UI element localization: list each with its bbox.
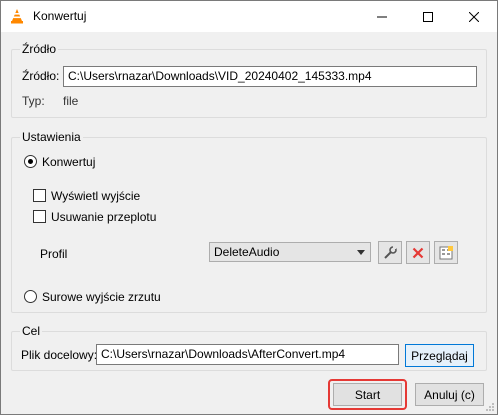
- deinterlace-label: Usuwanie przeplotu: [51, 210, 157, 224]
- minimize-button[interactable]: [359, 1, 405, 32]
- delete-icon: [412, 247, 424, 258]
- source-group: Źródło Źródło: C:\Users\rnazar\Downloads…: [11, 42, 487, 118]
- start-button[interactable]: Start: [333, 383, 402, 406]
- minimize-icon: [377, 16, 387, 17]
- profile-label: Profil: [40, 247, 68, 261]
- new-profile-icon: [439, 245, 453, 259]
- show-output-checkbox[interactable]: [33, 189, 46, 202]
- new-profile-button[interactable]: [434, 241, 458, 264]
- vlc-cone-icon: [11, 9, 23, 24]
- destination-file-label: Plik docelowy:: [21, 348, 98, 362]
- resize-grip-icon[interactable]: [485, 402, 495, 412]
- close-icon: [469, 11, 479, 22]
- profile-select-value: DeleteAudio: [214, 245, 280, 259]
- wrench-icon: [384, 245, 397, 259]
- convert-dialog: Konwertuj Źródło Źródło: C:\Users\rnazar…: [0, 0, 498, 415]
- close-button[interactable]: [451, 1, 497, 32]
- convert-radio-label: Konwertuj: [42, 155, 96, 169]
- destination-file-input[interactable]: C:\Users\rnazar\Downloads\AfterConvert.m…: [96, 344, 399, 365]
- browse-button[interactable]: Przeglądaj: [405, 344, 474, 367]
- maximize-button[interactable]: [405, 1, 451, 32]
- chevron-down-icon: [357, 250, 365, 255]
- delete-profile-button[interactable]: [406, 241, 430, 264]
- title-bar: Konwertuj: [1, 1, 497, 32]
- raw-dump-label: Surowe wyjście zrzutu: [42, 290, 161, 304]
- edit-profile-button[interactable]: [378, 241, 402, 264]
- maximize-icon: [423, 11, 433, 22]
- settings-group: Ustawienia Konwertuj Wyświetl wyjście Us…: [11, 130, 487, 313]
- source-path-input[interactable]: C:\Users\rnazar\Downloads\VID_20240402_1…: [63, 66, 477, 87]
- source-label: Źródło:: [22, 69, 60, 83]
- destination-group: Cel Plik docelowy: C:\Users\rnazar\Downl…: [11, 324, 487, 371]
- window-title: Konwertuj: [33, 9, 87, 23]
- settings-group-title: Ustawienia: [20, 130, 83, 144]
- convert-radio[interactable]: [24, 155, 37, 168]
- destination-group-title: Cel: [20, 324, 43, 338]
- show-output-label: Wyświetl wyjście: [51, 189, 141, 203]
- source-group-title: Źródło: [20, 42, 59, 56]
- profile-select[interactable]: DeleteAudio: [209, 242, 371, 262]
- type-value: file: [63, 94, 79, 108]
- cancel-button[interactable]: Anuluj (c): [415, 383, 484, 406]
- deinterlace-checkbox[interactable]: [33, 210, 46, 223]
- type-label: Typ:: [22, 94, 45, 108]
- raw-dump-radio[interactable]: [24, 290, 37, 303]
